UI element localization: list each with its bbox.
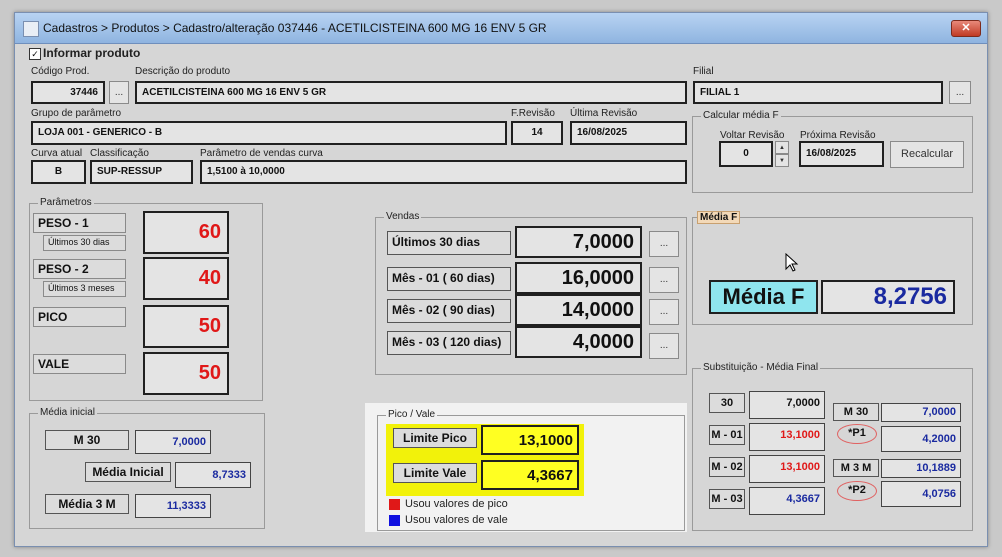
voltar-revisao-field[interactable]: 0 (719, 141, 773, 167)
subst-left-value[interactable]: 7,0000 (749, 391, 825, 419)
vendas-row-label: Mês - 03 ( 120 dias) (387, 331, 511, 355)
peso2-value[interactable]: 40 (143, 257, 229, 300)
vendas-row-detail-button[interactable]: ... (649, 231, 679, 257)
peso1-label: PESO - 1 (33, 213, 126, 233)
proxima-revisao-field[interactable]: 16/08/2025 (799, 141, 884, 167)
codigo-label: Código Prod. (31, 66, 90, 77)
vendas-row-value[interactable]: 7,0000 (515, 226, 642, 258)
curva-field[interactable]: B (31, 160, 86, 184)
subst-right-label: M 30 (833, 403, 879, 421)
subst-right-value[interactable]: 4,0756 (881, 481, 961, 507)
subst-right-label: M 3 M (833, 459, 879, 477)
legend-vale-label: Usou valores de vale (405, 514, 508, 526)
vale-value[interactable]: 50 (143, 352, 229, 395)
close-button[interactable]: ✕ (951, 20, 981, 37)
pico-label: PICO (33, 307, 126, 327)
informar-produto-checkbox[interactable]: ✓ (29, 48, 41, 60)
vendas-row-label: Mês - 01 ( 60 dias) (387, 267, 511, 291)
media-inicial-group-label: Média inicial (38, 407, 98, 418)
limite-vale-value[interactable]: 4,3667 (481, 460, 579, 490)
title-bar: Cadastros > Produtos > Cadastro/alteraçã… (15, 13, 987, 44)
parametro-vendas-label: Parâmetro de vendas curva (200, 148, 323, 159)
media-inicial-m30-value[interactable]: 7,0000 (135, 430, 211, 454)
calcular-media-group-label: Calcular média F (701, 110, 781, 121)
descricao-field[interactable]: ACETILCISTEINA 600 MG 16 ENV 5 GR (135, 81, 687, 104)
media-inicial-value[interactable]: 8,7333 (175, 462, 251, 488)
subst-left-value[interactable]: 4,3667 (749, 487, 825, 515)
recalcular-button[interactable]: Recalcular (890, 141, 964, 168)
ultima-revisao-field[interactable]: 16/08/2025 (570, 121, 687, 145)
app-icon (23, 21, 39, 37)
media-3m-value[interactable]: 11,3333 (135, 494, 211, 518)
vendas-row-value[interactable]: 14,0000 (515, 294, 642, 326)
limite-pico-label: Limite Pico (393, 428, 477, 448)
subst-left-value[interactable]: 13,1000 (749, 423, 825, 451)
codigo-lookup-button[interactable]: ... (109, 81, 129, 104)
subst-left-value[interactable]: 13,1000 (749, 455, 825, 483)
limite-pico-value[interactable]: 13,1000 (481, 425, 579, 455)
classificacao-field[interactable]: SUP-RESSUP (90, 160, 193, 184)
frevisao-field[interactable]: 14 (511, 121, 563, 145)
subst-right-value[interactable]: 4,2000 (881, 426, 961, 452)
filial-label: Filial (693, 66, 714, 77)
legend-pico-swatch (389, 499, 400, 510)
subst-right-p2-label: *P2 (837, 481, 877, 501)
peso1-sublabel: Últimos 30 dias (43, 235, 126, 251)
vale-label: VALE (33, 354, 126, 374)
main-window: Cadastros > Produtos > Cadastro/alteraçã… (14, 12, 988, 547)
vendas-group-label: Vendas (384, 211, 422, 222)
substituicao-group-label: Substituição - Média Final (701, 362, 821, 373)
legend-vale-swatch (389, 515, 400, 526)
filial-field[interactable]: FILIAL 1 (693, 81, 943, 104)
subst-left-label: M - 02 (709, 457, 745, 477)
window-title: Cadastros > Produtos > Cadastro/alteraçã… (43, 21, 547, 35)
ultima-revisao-label: Última Revisão (570, 108, 638, 119)
subst-right-value[interactable]: 10,1889 (881, 459, 961, 478)
pico-value[interactable]: 50 (143, 305, 229, 348)
frevisao-label: F.Revisão (511, 108, 555, 119)
parametros-group-label: Parâmetros (38, 197, 94, 208)
subst-left-label: 30 (709, 393, 745, 413)
proxima-revisao-label: Próxima Revisão (800, 130, 876, 141)
parametro-vendas-field[interactable]: 1,5100 à 10,0000 (200, 160, 687, 184)
vendas-row-detail-button[interactable]: ... (649, 267, 679, 293)
vendas-row-detail-button[interactable]: ... (649, 333, 679, 359)
grupo-field[interactable]: LOJA 001 - GENERICO - B (31, 121, 507, 145)
descricao-label: Descrição do produto (135, 66, 231, 77)
media-inicial-label: Média Inicial (85, 462, 171, 482)
subst-left-label: M - 01 (709, 425, 745, 445)
vendas-row-label: Últimos 30 dias (387, 231, 511, 255)
media-3m-label: Média 3 M (45, 494, 129, 514)
codigo-field[interactable]: 37446 (31, 81, 105, 104)
media-f-value[interactable]: 8,2756 (821, 280, 955, 314)
vendas-row-detail-button[interactable]: ... (649, 299, 679, 325)
limite-vale-label: Limite Vale (393, 463, 477, 483)
classificacao-label: Classificação (90, 148, 149, 159)
subst-right-value[interactable]: 7,0000 (881, 403, 961, 422)
subst-left-label: M - 03 (709, 489, 745, 509)
grupo-label: Grupo de parâmetro (31, 108, 122, 119)
voltar-revisao-label: Voltar Revisão (720, 130, 785, 141)
filial-lookup-button[interactable]: ... (949, 81, 971, 104)
media-f-group-label: Média F (697, 211, 741, 224)
media-inicial-m30-label: M 30 (45, 430, 129, 450)
peso2-label: PESO - 2 (33, 259, 126, 279)
mouse-cursor-icon (785, 253, 799, 272)
pico-vale-group-label: Pico / Vale (386, 409, 438, 420)
informar-produto-label: Informar produto (43, 46, 141, 60)
vendas-row-value[interactable]: 4,0000 (515, 326, 642, 358)
curva-label: Curva atual (31, 148, 83, 159)
spin-up-button[interactable]: ▲ (775, 141, 789, 154)
vendas-row-label: Mês - 02 ( 90 dias) (387, 299, 511, 323)
legend-pico-label: Usou valores de pico (405, 498, 508, 510)
vendas-row-value[interactable]: 16,0000 (515, 262, 642, 294)
spin-down-button[interactable]: ▼ (775, 154, 789, 167)
media-f-label: Média F (709, 280, 818, 314)
subst-right-p1-label: *P1 (837, 424, 877, 444)
peso1-value[interactable]: 60 (143, 211, 229, 254)
peso2-sublabel: Últimos 3 meses (43, 281, 126, 297)
